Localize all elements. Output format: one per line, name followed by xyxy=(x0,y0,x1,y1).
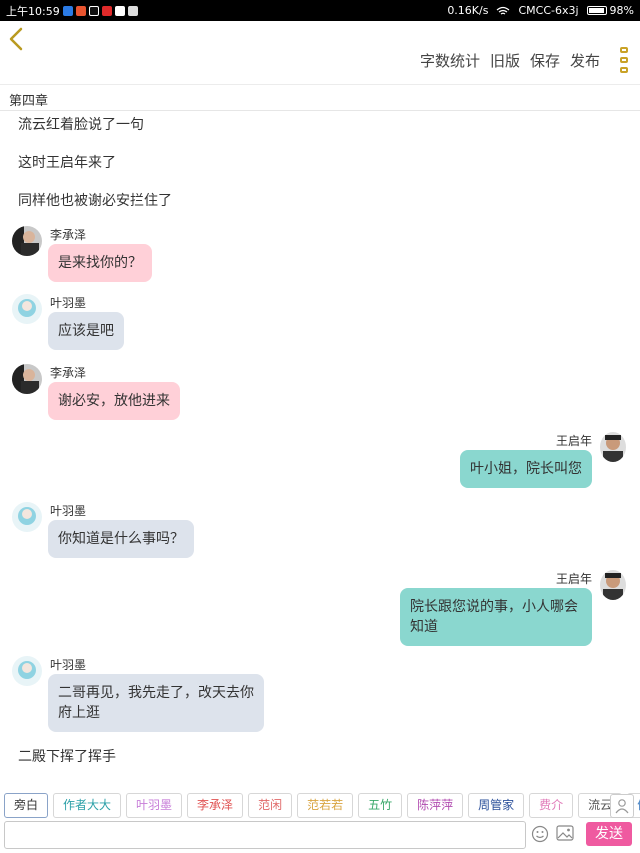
notification-icon xyxy=(127,5,138,16)
carrier-name: CMCC-6x3j xyxy=(518,4,579,17)
character-chip[interactable]: 范若若 xyxy=(297,792,354,818)
character-chip[interactable]: 范闲 xyxy=(248,792,293,818)
network-speed: 0.16K/s xyxy=(447,4,489,17)
more-menu-icon[interactable] xyxy=(619,47,629,73)
image-icon[interactable] xyxy=(556,825,574,841)
character-selector: 旁白作者大大叶羽墨李承泽范闲范若若五竹陈萍萍周管家费介流云侯 xyxy=(0,790,640,820)
avatar xyxy=(600,432,626,462)
message-bubble[interactable]: 二哥再见，我先走了，改天去你府上逛 xyxy=(48,674,264,732)
notification-icon xyxy=(62,5,73,16)
emoji-icon[interactable] xyxy=(531,825,549,843)
character-chip[interactable]: 五竹 xyxy=(358,792,403,818)
avatar xyxy=(12,226,42,256)
message-bubble[interactable]: 应该是吧 xyxy=(48,312,124,350)
battery-indicator: 98% xyxy=(586,4,634,17)
avatar xyxy=(12,364,42,394)
character-chip[interactable]: 作者大大 xyxy=(53,792,122,818)
character-chip[interactable]: 周管家 xyxy=(468,792,525,818)
wifi-icon xyxy=(497,6,510,14)
speaker-name: 王启年 xyxy=(555,434,592,448)
avatar xyxy=(12,294,42,324)
notification-icon xyxy=(101,5,112,16)
avatar xyxy=(12,656,42,686)
narration-text: 流云红着脸说了一句 xyxy=(18,117,144,133)
message-bubble[interactable]: 叶小姐，院长叫您 xyxy=(460,450,592,488)
avatar xyxy=(12,502,42,532)
speaker-name: 叶羽墨 xyxy=(50,504,87,518)
notification-icon xyxy=(75,5,86,16)
character-chip[interactable]: 陈萍萍 xyxy=(407,792,464,818)
save-button[interactable]: 保存 xyxy=(530,50,560,71)
message-bubble[interactable]: 你知道是什么事吗？ xyxy=(48,520,194,558)
notification-icon xyxy=(114,5,125,16)
speaker-name: 叶羽墨 xyxy=(50,296,87,310)
chapter-title: 第四章 xyxy=(0,84,640,111)
battery-percent: 98% xyxy=(609,4,634,17)
publish-button[interactable]: 发布 xyxy=(570,50,600,71)
speaker-name: 李承泽 xyxy=(50,228,87,242)
narration-text: 二殿下挥了挥手 xyxy=(18,749,116,765)
status-time: 上午10:59 xyxy=(6,4,60,18)
character-chip[interactable]: 旁白 xyxy=(4,792,49,818)
narration-text: 这时王启年来了 xyxy=(18,155,116,171)
old-version-button[interactable]: 旧版 xyxy=(490,50,520,71)
input-bar: 发送 xyxy=(0,819,640,853)
character-chip[interactable]: 叶羽墨 xyxy=(126,792,183,818)
back-icon[interactable] xyxy=(6,26,26,52)
chat-message[interactable]: 王启年 院长跟您说的事，小人哪会知道 xyxy=(326,570,626,650)
toolbar-actions: 字数统计 旧版 保存 发布 xyxy=(420,50,600,71)
send-button[interactable]: 发送 xyxy=(586,822,632,846)
speaker-name: 李承泽 xyxy=(50,366,87,380)
narration-text: 同样他也被谢必安拦住了 xyxy=(18,193,172,209)
message-bubble[interactable]: 谢必安，放他进来 xyxy=(48,382,180,420)
status-bar: 上午10:59 0.16K/s CMCC-6x3j 98% xyxy=(0,0,640,21)
message-input[interactable] xyxy=(4,821,526,849)
person-icon[interactable] xyxy=(610,794,634,818)
message-bubble[interactable]: 院长跟您说的事，小人哪会知道 xyxy=(400,588,592,646)
avatar xyxy=(600,570,626,600)
notification-icon xyxy=(88,5,99,16)
speaker-name: 王启年 xyxy=(555,572,592,586)
chat-area[interactable]: 流云红着脸说了一句 这时王启年来了 同样他也被谢必安拦住了 李承泽 是来找你的？… xyxy=(0,112,640,782)
chat-message[interactable]: 王启年 叶小姐，院长叫您 xyxy=(326,432,626,492)
character-chip[interactable]: 李承泽 xyxy=(187,792,244,818)
word-count-button[interactable]: 字数统计 xyxy=(420,50,480,71)
character-chip[interactable]: 费介 xyxy=(529,792,574,818)
message-bubble[interactable]: 是来找你的？ xyxy=(48,244,152,282)
speaker-name: 叶羽墨 xyxy=(50,658,87,672)
